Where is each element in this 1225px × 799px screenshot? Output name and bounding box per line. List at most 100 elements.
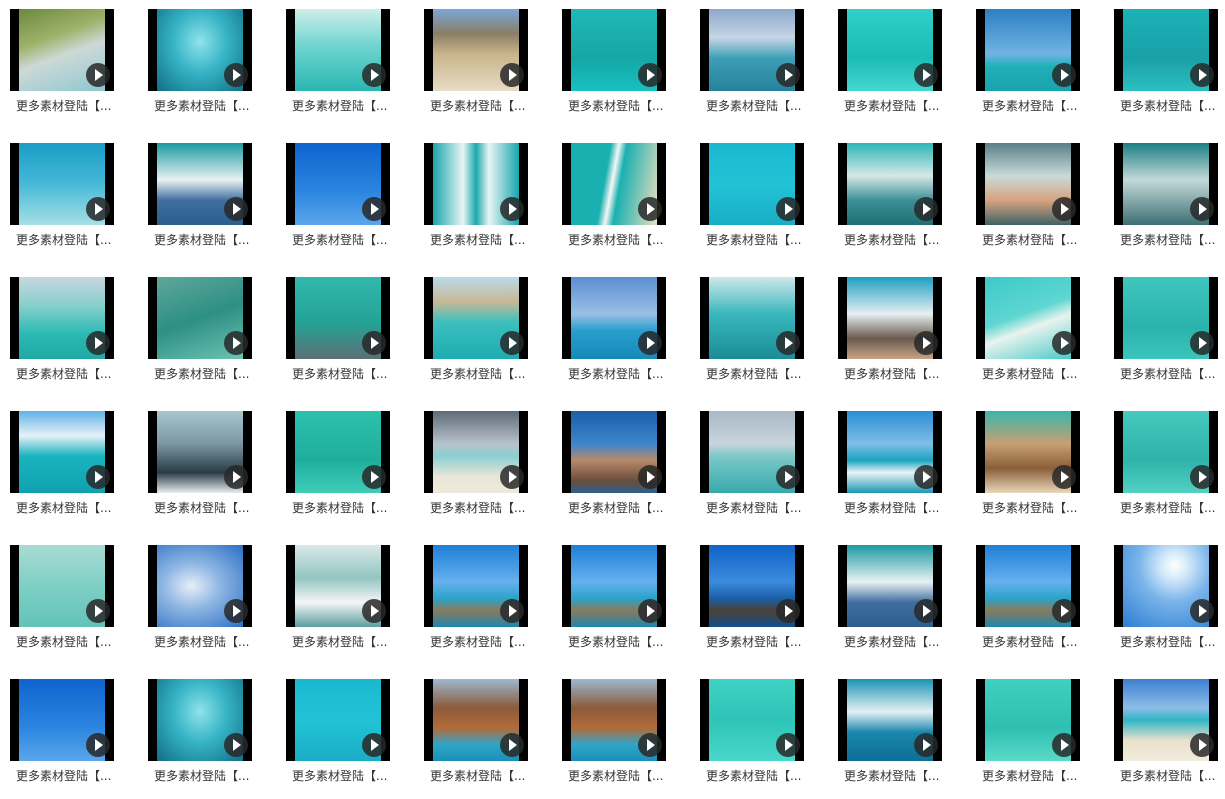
video-thumbnail[interactable]: [562, 679, 666, 761]
play-icon[interactable]: [1190, 63, 1214, 87]
video-thumbnail[interactable]: [838, 9, 942, 91]
video-tile[interactable]: 更多素材登陆【...: [414, 9, 532, 129]
video-thumbnail[interactable]: [700, 9, 804, 91]
play-icon[interactable]: [362, 197, 386, 221]
play-icon[interactable]: [914, 465, 938, 489]
play-icon[interactable]: [224, 197, 248, 221]
play-icon[interactable]: [224, 331, 248, 355]
video-thumbnail[interactable]: [286, 277, 390, 359]
video-thumbnail[interactable]: [424, 143, 528, 225]
video-tile[interactable]: 更多素材登陆【...: [138, 411, 256, 531]
video-thumbnail[interactable]: [148, 9, 252, 91]
video-thumbnail[interactable]: [838, 143, 942, 225]
video-tile[interactable]: 更多素材登陆【...: [276, 679, 394, 799]
video-thumbnail[interactable]: [424, 277, 528, 359]
video-thumbnail[interactable]: [286, 545, 390, 627]
video-thumbnail[interactable]: [838, 679, 942, 761]
video-thumbnail[interactable]: [1114, 545, 1218, 627]
play-icon[interactable]: [500, 331, 524, 355]
play-icon[interactable]: [1052, 733, 1076, 757]
video-tile[interactable]: 更多素材登陆【...: [1104, 143, 1222, 263]
video-tile[interactable]: 更多素材登陆【...: [552, 277, 670, 397]
video-tile[interactable]: 更多素材登陆【...: [1104, 9, 1222, 129]
play-icon[interactable]: [914, 599, 938, 623]
video-tile[interactable]: 更多素材登陆【...: [0, 143, 118, 263]
video-tile[interactable]: 更多素材登陆【...: [552, 9, 670, 129]
video-tile[interactable]: 更多素材登陆【...: [276, 545, 394, 665]
video-tile[interactable]: 更多素材登陆【...: [276, 411, 394, 531]
play-icon[interactable]: [86, 63, 110, 87]
video-tile[interactable]: 更多素材登陆【...: [966, 679, 1084, 799]
video-tile[interactable]: 更多素材登陆【...: [690, 679, 808, 799]
video-tile[interactable]: 更多素材登陆【...: [966, 143, 1084, 263]
video-tile[interactable]: 更多素材登陆【...: [690, 9, 808, 129]
play-icon[interactable]: [1190, 599, 1214, 623]
video-tile[interactable]: 更多素材登陆【...: [828, 277, 946, 397]
play-icon[interactable]: [500, 733, 524, 757]
play-icon[interactable]: [914, 733, 938, 757]
video-thumbnail[interactable]: [10, 411, 114, 493]
play-icon[interactable]: [776, 63, 800, 87]
video-thumbnail[interactable]: [1114, 9, 1218, 91]
play-icon[interactable]: [362, 63, 386, 87]
video-thumbnail[interactable]: [286, 411, 390, 493]
play-icon[interactable]: [1052, 197, 1076, 221]
video-thumbnail[interactable]: [424, 411, 528, 493]
video-thumbnail[interactable]: [148, 679, 252, 761]
play-icon[interactable]: [638, 331, 662, 355]
play-icon[interactable]: [362, 733, 386, 757]
video-thumbnail[interactable]: [10, 679, 114, 761]
video-thumbnail[interactable]: [976, 9, 1080, 91]
video-tile[interactable]: 更多素材登陆【...: [138, 679, 256, 799]
video-thumbnail[interactable]: [10, 277, 114, 359]
video-thumbnail[interactable]: [700, 411, 804, 493]
video-tile[interactable]: 更多素材登陆【...: [690, 143, 808, 263]
play-icon[interactable]: [1190, 465, 1214, 489]
video-thumbnail[interactable]: [424, 545, 528, 627]
video-tile[interactable]: 更多素材登陆【...: [414, 277, 532, 397]
video-tile[interactable]: 更多素材登陆【...: [0, 9, 118, 129]
video-thumbnail[interactable]: [562, 9, 666, 91]
video-thumbnail[interactable]: [700, 277, 804, 359]
video-tile[interactable]: 更多素材登陆【...: [414, 411, 532, 531]
play-icon[interactable]: [86, 465, 110, 489]
video-thumbnail[interactable]: [1114, 679, 1218, 761]
play-icon[interactable]: [362, 465, 386, 489]
play-icon[interactable]: [86, 599, 110, 623]
video-tile[interactable]: 更多素材登陆【...: [414, 545, 532, 665]
video-thumbnail[interactable]: [286, 143, 390, 225]
play-icon[interactable]: [1190, 197, 1214, 221]
video-tile[interactable]: 更多素材登陆【...: [0, 545, 118, 665]
video-thumbnail[interactable]: [1114, 277, 1218, 359]
play-icon[interactable]: [776, 331, 800, 355]
video-thumbnail[interactable]: [838, 545, 942, 627]
video-tile[interactable]: 更多素材登陆【...: [966, 9, 1084, 129]
play-icon[interactable]: [1052, 63, 1076, 87]
play-icon[interactable]: [500, 63, 524, 87]
video-thumbnail[interactable]: [286, 679, 390, 761]
video-thumbnail[interactable]: [10, 9, 114, 91]
video-thumbnail[interactable]: [700, 143, 804, 225]
video-thumbnail[interactable]: [700, 545, 804, 627]
video-tile[interactable]: 更多素材登陆【...: [138, 143, 256, 263]
play-icon[interactable]: [1190, 331, 1214, 355]
video-tile[interactable]: 更多素材登陆【...: [690, 411, 808, 531]
video-thumbnail[interactable]: [1114, 143, 1218, 225]
video-tile[interactable]: 更多素材登陆【...: [828, 545, 946, 665]
play-icon[interactable]: [638, 733, 662, 757]
video-tile[interactable]: 更多素材登陆【...: [414, 143, 532, 263]
video-thumbnail[interactable]: [976, 277, 1080, 359]
video-thumbnail[interactable]: [838, 411, 942, 493]
play-icon[interactable]: [1052, 465, 1076, 489]
play-icon[interactable]: [224, 599, 248, 623]
video-tile[interactable]: 更多素材登陆【...: [1104, 679, 1222, 799]
play-icon[interactable]: [86, 197, 110, 221]
video-tile[interactable]: 更多素材登陆【...: [138, 545, 256, 665]
video-thumbnail[interactable]: [976, 411, 1080, 493]
video-tile[interactable]: 更多素材登陆【...: [276, 277, 394, 397]
video-tile[interactable]: 更多素材登陆【...: [828, 9, 946, 129]
video-thumbnail[interactable]: [148, 143, 252, 225]
video-tile[interactable]: 更多素材登陆【...: [552, 545, 670, 665]
video-thumbnail[interactable]: [148, 277, 252, 359]
play-icon[interactable]: [1052, 331, 1076, 355]
